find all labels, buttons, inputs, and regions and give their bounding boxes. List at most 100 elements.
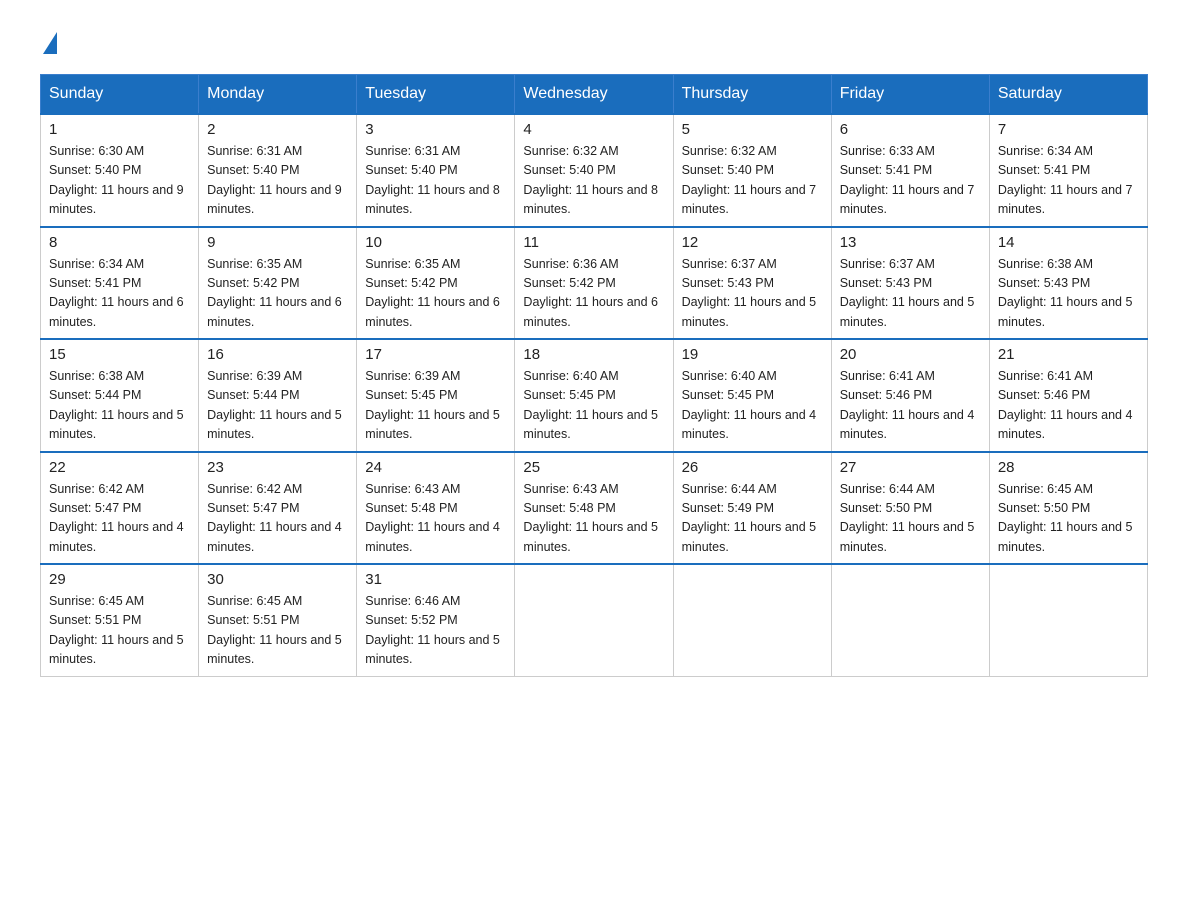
day-number: 18 bbox=[523, 346, 664, 363]
day-info: Sunrise: 6:43 AMSunset: 5:48 PMDaylight:… bbox=[365, 480, 506, 558]
calendar-cell: 17Sunrise: 6:39 AMSunset: 5:45 PMDayligh… bbox=[357, 339, 515, 452]
calendar-cell: 30 Sunrise: 6:45 AMSunset: 5:51 PMDayligh… bbox=[199, 564, 357, 676]
calendar-week-row: 22 Sunrise: 6:42 AMSunset: 5:47 PMDayligh… bbox=[41, 452, 1148, 565]
calendar-cell: 11 Sunrise: 6:36 AMSunset: 5:42 PMDayligh… bbox=[515, 227, 673, 340]
day-number: 14 bbox=[998, 234, 1139, 251]
calendar-cell: 9 Sunrise: 6:35 AMSunset: 5:42 PMDaylight… bbox=[199, 227, 357, 340]
day-number: 23 bbox=[207, 459, 348, 476]
day-number: 8 bbox=[49, 234, 190, 251]
day-number: 25 bbox=[523, 459, 664, 476]
calendar-cell: 4Sunrise: 6:32 AMSunset: 5:40 PMDaylight… bbox=[515, 114, 673, 227]
day-info: Sunrise: 6:33 AMSunset: 5:41 PMDaylight:… bbox=[840, 142, 981, 220]
day-info: Sunrise: 6:31 AMSunset: 5:40 PMDaylight:… bbox=[207, 142, 348, 220]
day-number: 21 bbox=[998, 346, 1139, 363]
calendar-week-row: 15 Sunrise: 6:38 AMSunset: 5:44 PMDayligh… bbox=[41, 339, 1148, 452]
calendar-cell: 13 Sunrise: 6:37 AMSunset: 5:43 PMDayligh… bbox=[831, 227, 989, 340]
day-info: Sunrise: 6:44 AMSunset: 5:49 PMDaylight:… bbox=[682, 480, 823, 558]
day-number: 1 bbox=[49, 121, 190, 138]
day-info: Sunrise: 6:45 AMSunset: 5:50 PMDaylight:… bbox=[998, 480, 1139, 558]
calendar-cell: 12Sunrise: 6:37 AMSunset: 5:43 PMDayligh… bbox=[673, 227, 831, 340]
column-header-tuesday: Tuesday bbox=[357, 75, 515, 115]
calendar-cell: 22 Sunrise: 6:42 AMSunset: 5:47 PMDayligh… bbox=[41, 452, 199, 565]
day-number: 13 bbox=[840, 234, 981, 251]
day-number: 19 bbox=[682, 346, 823, 363]
calendar-cell: 6 Sunrise: 6:33 AMSunset: 5:41 PMDaylight… bbox=[831, 114, 989, 227]
calendar-cell: 8 Sunrise: 6:34 AMSunset: 5:41 PMDaylight… bbox=[41, 227, 199, 340]
calendar-cell: 10 Sunrise: 6:35 AMSunset: 5:42 PMDayligh… bbox=[357, 227, 515, 340]
column-header-monday: Monday bbox=[199, 75, 357, 115]
day-number: 6 bbox=[840, 121, 981, 138]
page-header bbox=[40, 30, 1148, 54]
calendar-header-row: SundayMondayTuesdayWednesdayThursdayFrid… bbox=[41, 75, 1148, 115]
day-number: 20 bbox=[840, 346, 981, 363]
calendar-week-row: 1 Sunrise: 6:30 AMSunset: 5:40 PMDaylight… bbox=[41, 114, 1148, 227]
day-number: 22 bbox=[49, 459, 190, 476]
calendar-table: SundayMondayTuesdayWednesdayThursdayFrid… bbox=[40, 74, 1148, 677]
calendar-cell: 31 Sunrise: 6:46 AMSunset: 5:52 PMDayligh… bbox=[357, 564, 515, 676]
day-info: Sunrise: 6:37 AMSunset: 5:43 PMDaylight:… bbox=[682, 255, 823, 333]
day-info: Sunrise: 6:40 AMSunset: 5:45 PMDaylight:… bbox=[682, 367, 823, 445]
column-header-thursday: Thursday bbox=[673, 75, 831, 115]
calendar-cell bbox=[989, 564, 1147, 676]
day-number: 11 bbox=[523, 234, 664, 251]
day-info: Sunrise: 6:38 AMSunset: 5:43 PMDaylight:… bbox=[998, 255, 1139, 333]
calendar-cell bbox=[673, 564, 831, 676]
day-info: Sunrise: 6:41 AMSunset: 5:46 PMDaylight:… bbox=[840, 367, 981, 445]
day-info: Sunrise: 6:42 AMSunset: 5:47 PMDaylight:… bbox=[49, 480, 190, 558]
day-number: 10 bbox=[365, 234, 506, 251]
calendar-cell: 14 Sunrise: 6:38 AMSunset: 5:43 PMDayligh… bbox=[989, 227, 1147, 340]
logo bbox=[40, 30, 59, 54]
day-info: Sunrise: 6:34 AMSunset: 5:41 PMDaylight:… bbox=[49, 255, 190, 333]
calendar-cell: 26 Sunrise: 6:44 AMSunset: 5:49 PMDayligh… bbox=[673, 452, 831, 565]
calendar-cell: 20 Sunrise: 6:41 AMSunset: 5:46 PMDayligh… bbox=[831, 339, 989, 452]
day-number: 24 bbox=[365, 459, 506, 476]
day-info: Sunrise: 6:42 AMSunset: 5:47 PMDaylight:… bbox=[207, 480, 348, 558]
column-header-saturday: Saturday bbox=[989, 75, 1147, 115]
calendar-cell: 28Sunrise: 6:45 AMSunset: 5:50 PMDayligh… bbox=[989, 452, 1147, 565]
column-header-wednesday: Wednesday bbox=[515, 75, 673, 115]
day-number: 5 bbox=[682, 121, 823, 138]
calendar-cell: 23 Sunrise: 6:42 AMSunset: 5:47 PMDayligh… bbox=[199, 452, 357, 565]
day-number: 31 bbox=[365, 571, 506, 588]
day-info: Sunrise: 6:46 AMSunset: 5:52 PMDaylight:… bbox=[365, 592, 506, 670]
logo-triangle-icon bbox=[43, 32, 57, 54]
calendar-cell: 2 Sunrise: 6:31 AMSunset: 5:40 PMDaylight… bbox=[199, 114, 357, 227]
calendar-cell: 1 Sunrise: 6:30 AMSunset: 5:40 PMDaylight… bbox=[41, 114, 199, 227]
column-header-friday: Friday bbox=[831, 75, 989, 115]
day-number: 17 bbox=[365, 346, 506, 363]
day-number: 7 bbox=[998, 121, 1139, 138]
calendar-cell bbox=[515, 564, 673, 676]
day-info: Sunrise: 6:39 AMSunset: 5:44 PMDaylight:… bbox=[207, 367, 348, 445]
calendar-cell: 16Sunrise: 6:39 AMSunset: 5:44 PMDayligh… bbox=[199, 339, 357, 452]
day-number: 15 bbox=[49, 346, 190, 363]
day-info: Sunrise: 6:35 AMSunset: 5:42 PMDaylight:… bbox=[207, 255, 348, 333]
day-info: Sunrise: 6:35 AMSunset: 5:42 PMDaylight:… bbox=[365, 255, 506, 333]
day-info: Sunrise: 6:40 AMSunset: 5:45 PMDaylight:… bbox=[523, 367, 664, 445]
calendar-cell: 27 Sunrise: 6:44 AMSunset: 5:50 PMDayligh… bbox=[831, 452, 989, 565]
day-info: Sunrise: 6:32 AMSunset: 5:40 PMDaylight:… bbox=[682, 142, 823, 220]
calendar-week-row: 29Sunrise: 6:45 AMSunset: 5:51 PMDayligh… bbox=[41, 564, 1148, 676]
calendar-week-row: 8 Sunrise: 6:34 AMSunset: 5:41 PMDaylight… bbox=[41, 227, 1148, 340]
day-number: 9 bbox=[207, 234, 348, 251]
calendar-cell: 5 Sunrise: 6:32 AMSunset: 5:40 PMDaylight… bbox=[673, 114, 831, 227]
day-info: Sunrise: 6:38 AMSunset: 5:44 PMDaylight:… bbox=[49, 367, 190, 445]
day-number: 27 bbox=[840, 459, 981, 476]
day-info: Sunrise: 6:32 AMSunset: 5:40 PMDaylight:… bbox=[523, 142, 664, 220]
day-info: Sunrise: 6:34 AMSunset: 5:41 PMDaylight:… bbox=[998, 142, 1139, 220]
day-number: 2 bbox=[207, 121, 348, 138]
day-info: Sunrise: 6:41 AMSunset: 5:46 PMDaylight:… bbox=[998, 367, 1139, 445]
day-info: Sunrise: 6:44 AMSunset: 5:50 PMDaylight:… bbox=[840, 480, 981, 558]
day-number: 30 bbox=[207, 571, 348, 588]
day-info: Sunrise: 6:36 AMSunset: 5:42 PMDaylight:… bbox=[523, 255, 664, 333]
column-header-sunday: Sunday bbox=[41, 75, 199, 115]
day-info: Sunrise: 6:37 AMSunset: 5:43 PMDaylight:… bbox=[840, 255, 981, 333]
calendar-cell: 21 Sunrise: 6:41 AMSunset: 5:46 PMDayligh… bbox=[989, 339, 1147, 452]
day-number: 3 bbox=[365, 121, 506, 138]
day-info: Sunrise: 6:45 AMSunset: 5:51 PMDaylight:… bbox=[207, 592, 348, 670]
calendar-cell: 3Sunrise: 6:31 AMSunset: 5:40 PMDaylight… bbox=[357, 114, 515, 227]
calendar-cell: 7 Sunrise: 6:34 AMSunset: 5:41 PMDaylight… bbox=[989, 114, 1147, 227]
day-info: Sunrise: 6:43 AMSunset: 5:48 PMDaylight:… bbox=[523, 480, 664, 558]
day-info: Sunrise: 6:30 AMSunset: 5:40 PMDaylight:… bbox=[49, 142, 190, 220]
day-number: 26 bbox=[682, 459, 823, 476]
calendar-cell bbox=[831, 564, 989, 676]
